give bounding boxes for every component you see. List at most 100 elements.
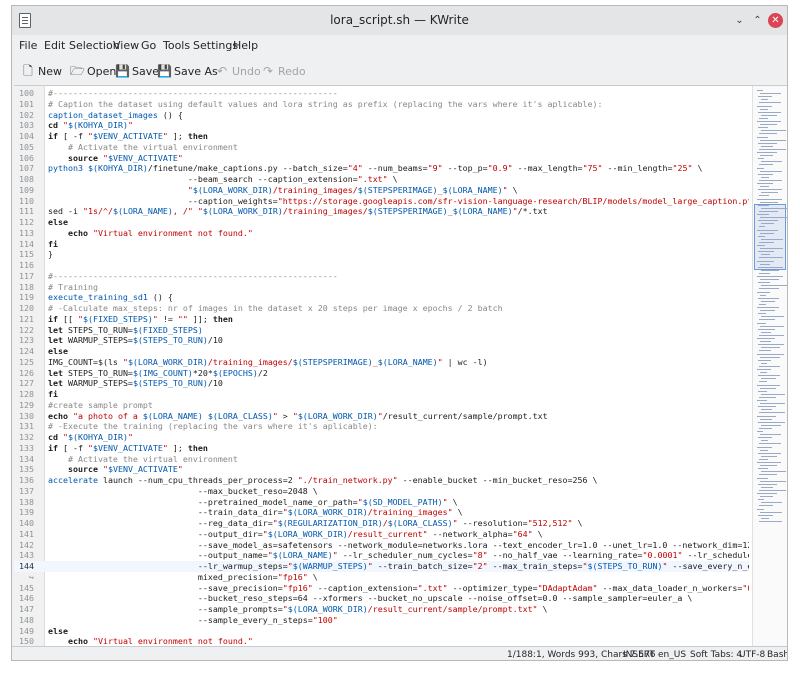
maximize-button[interactable]: ⌃ bbox=[750, 13, 765, 28]
line-text[interactable]: --save_model_as=safetensors --network_mo… bbox=[48, 540, 749, 551]
line-text[interactable]: --caption_weights="https://storage.googl… bbox=[48, 196, 749, 207]
line-text[interactable]: #---------------------------------------… bbox=[48, 271, 338, 282]
line-text[interactable]: --bucket_reso_steps=64 --xformers --buck… bbox=[48, 593, 693, 604]
code-line[interactable]: 102 caption_dataset_images () { bbox=[14, 110, 749, 121]
line-text[interactable]: #create sample prompt bbox=[48, 400, 153, 411]
code-line[interactable]: 139 --train_data_dir="$(LORA_WORK_DIR)/t… bbox=[14, 507, 749, 518]
line-text[interactable]: fi bbox=[48, 239, 58, 250]
line-text[interactable]: --output_name="$(LORA_NAME)" --lr_schedu… bbox=[48, 550, 749, 561]
code-line[interactable]: 101 # Caption the dataset using default v… bbox=[14, 99, 749, 110]
code-line[interactable]: 112 else bbox=[14, 217, 749, 228]
line-text[interactable]: let STEPS_TO_RUN=$(IMG_COUNT)*20*$(EPOCH… bbox=[48, 368, 268, 379]
code-line[interactable]: 104 if [ -f "$VENV_ACTIVATE" ]; then bbox=[14, 131, 749, 142]
code-line[interactable]: 106 source "$VENV_ACTIVATE" bbox=[14, 153, 749, 164]
close-button[interactable]: ✕ bbox=[768, 13, 783, 28]
code-line[interactable]: 105 # Activate the virtual environment bbox=[14, 142, 749, 153]
code-line[interactable]: 108 --beam_search --caption_extension=".… bbox=[14, 174, 749, 185]
code-line[interactable]: 123 let WARMUP_STEPS=$(STEPS_TO_RUN)/10 bbox=[14, 335, 749, 346]
code-line[interactable]: 135 source "$VENV_ACTIVATE" bbox=[14, 464, 749, 475]
code-line[interactable]: 110 --caption_weights="https://storage.g… bbox=[14, 196, 749, 207]
code-line[interactable]: 114 fi bbox=[14, 239, 749, 250]
line-text[interactable]: if [ -f "$VENV_ACTIVATE" ]; then bbox=[48, 131, 208, 142]
code-line[interactable]: 100 #------------------------------------… bbox=[14, 88, 749, 99]
code-line[interactable]: 107 python3 $(KOHYA_DIR)/finetune/make_ca… bbox=[14, 163, 749, 174]
undo-button[interactable]: ↶ Undo bbox=[215, 57, 261, 85]
open-button[interactable]: 🗁 Open bbox=[70, 57, 116, 85]
line-text[interactable]: let WARMUP_STEPS=$(STEPS_TO_RUN)/10 bbox=[48, 335, 223, 346]
code-lines[interactable]: 100 #------------------------------------… bbox=[14, 86, 749, 647]
minimap-scrollbar[interactable] bbox=[752, 86, 787, 647]
line-text[interactable]: echo "Virtual environment not found." bbox=[48, 228, 253, 239]
indentation-setting[interactable]: Soft Tabs: 4 bbox=[690, 647, 742, 660]
line-text[interactable]: caption_dataset_images () { bbox=[48, 110, 183, 121]
line-text[interactable]: cd "$(KOHYA_DIR)" bbox=[48, 120, 133, 131]
menu-view[interactable]: View bbox=[113, 35, 139, 57]
encoding[interactable]: UTF-8 bbox=[739, 647, 765, 660]
minimize-button[interactable]: ⌄ bbox=[732, 13, 747, 28]
code-line[interactable]: 118 # Training bbox=[14, 282, 749, 293]
code-line[interactable]: 134 # Activate the virtual environment bbox=[14, 454, 749, 465]
code-line[interactable]: 145 --save_precision="fp16" --caption_ex… bbox=[14, 583, 749, 594]
line-text[interactable]: --max_bucket_reso=2048 \ bbox=[48, 486, 318, 497]
line-text[interactable]: source "$VENV_ACTIVATE" bbox=[48, 464, 183, 475]
line-text[interactable]: else bbox=[48, 346, 68, 357]
line-text[interactable]: --save_precision="fp16" --caption_extens… bbox=[48, 583, 749, 594]
syntax-mode[interactable]: Bash bbox=[767, 647, 787, 660]
line-text[interactable]: fi bbox=[48, 389, 58, 400]
line-text[interactable]: "$(LORA_WORK_DIR)/training_images/$(STEP… bbox=[48, 185, 518, 196]
line-text[interactable]: --sample_prompts="$(LORA_WORK_DIR)/resul… bbox=[48, 604, 548, 615]
line-text[interactable]: # Training bbox=[48, 282, 98, 293]
menu-help[interactable]: Help bbox=[233, 35, 258, 57]
line-text[interactable]: --output_dir="$(LORA_WORK_DIR)/result_cu… bbox=[48, 529, 543, 540]
line-text[interactable]: if [[ "$(FIXED_STEPS)" != "" ]]; then bbox=[48, 314, 233, 325]
line-text[interactable]: --beam_search --caption_extension=".txt"… bbox=[48, 174, 398, 185]
redo-button[interactable]: ↷ Redo bbox=[261, 57, 306, 85]
code-line[interactable]: 103 cd "$(KOHYA_DIR)" bbox=[14, 120, 749, 131]
code-line[interactable]: 120 # -Calculate max_steps: nr of images … bbox=[14, 303, 749, 314]
code-line[interactable]: 141 --output_dir="$(LORA_WORK_DIR)/resul… bbox=[14, 529, 749, 540]
code-line[interactable]: 115} bbox=[14, 249, 749, 260]
line-text[interactable]: # -Calculate max_steps: nr of images in … bbox=[48, 303, 503, 314]
line-text[interactable]: let STEPS_TO_RUN=$(FIXED_STEPS) bbox=[48, 325, 203, 336]
code-line[interactable]: 125 IMG_COUNT=$(ls "$(LORA_WORK_DIR)/trai… bbox=[14, 357, 749, 368]
code-line[interactable]: 124 else bbox=[14, 346, 749, 357]
menu-go[interactable]: Go bbox=[141, 35, 156, 57]
line-text[interactable]: else bbox=[48, 217, 68, 228]
line-text[interactable]: --lr_warmup_steps="$(WARMUP_STEPS)" --tr… bbox=[48, 561, 749, 572]
line-text[interactable]: --sample_every_n_steps="100" bbox=[48, 615, 338, 626]
code-line[interactable]: 109 "$(LORA_WORK_DIR)/training_images/$(… bbox=[14, 185, 749, 196]
line-text[interactable]: --train_data_dir="$(LORA_WORK_DIR)/train… bbox=[48, 507, 463, 518]
line-text[interactable]: # -Execute the training (replacing the v… bbox=[48, 421, 378, 432]
line-text[interactable]: #---------------------------------------… bbox=[48, 88, 338, 99]
menu-settings[interactable]: Settings bbox=[193, 35, 238, 57]
editor-area[interactable]: 100 #------------------------------------… bbox=[14, 85, 787, 647]
line-text[interactable]: # Activate the virtual environment bbox=[48, 142, 238, 153]
code-line[interactable]: 147 --sample_prompts="$(LORA_WORK_DIR)/r… bbox=[14, 604, 749, 615]
line-text[interactable]: sed -i "1s/^/$(LORA_NAME), /" "$(LORA_WO… bbox=[48, 206, 548, 217]
code-line[interactable]: 131 # -Execute the training (replacing th… bbox=[14, 421, 749, 432]
save-as-button[interactable]: 💾 Save As bbox=[157, 57, 218, 85]
code-line[interactable]: 129 #create sample prompt bbox=[14, 400, 749, 411]
line-text[interactable]: # Activate the virtual environment bbox=[48, 454, 238, 465]
code-line[interactable]: 133 if [ -f "$VENV_ACTIVATE" ]; then bbox=[14, 443, 749, 454]
line-text[interactable]: mixed_precision="fp16" \ bbox=[48, 572, 318, 583]
code-line[interactable]: 146 --bucket_reso_steps=64 --xformers --… bbox=[14, 593, 749, 604]
code-line[interactable]: 116 bbox=[14, 260, 749, 271]
line-text[interactable]: # Caption the dataset using default valu… bbox=[48, 99, 602, 110]
code-line[interactable]: 113 echo "Virtual environment not found.… bbox=[14, 228, 749, 239]
code-line[interactable]: 117 #------------------------------------… bbox=[14, 271, 749, 282]
line-text[interactable]: --pretrained_model_name_or_path="$(SD_MO… bbox=[48, 497, 458, 508]
code-line[interactable]: 149 else bbox=[14, 626, 749, 637]
line-text[interactable]: --reg_data_dir="$(REGULARIZATION_DIR)/$(… bbox=[48, 518, 583, 529]
code-line[interactable]: ↪ mixed_precision="fp16" \ bbox=[14, 572, 749, 583]
code-line[interactable]: 126 let STEPS_TO_RUN=$(IMG_COUNT)*20*$(EP… bbox=[14, 368, 749, 379]
code-line[interactable]: 148 --sample_every_n_steps="100" bbox=[14, 615, 749, 626]
line-text[interactable]: cd "$(KOHYA_DIR)" bbox=[48, 432, 133, 443]
line-text[interactable]: execute_training_sd1 () { bbox=[48, 292, 173, 303]
title-bar[interactable]: lora_script.sh — KWrite ⌄ ⌃ ✕ bbox=[12, 6, 787, 35]
line-text[interactable]: let WARMUP_STEPS=$(STEPS_TO_RUN)/10 bbox=[48, 378, 223, 389]
line-text[interactable]: } bbox=[48, 249, 53, 260]
code-line[interactable]: 136 accelerate launch --num_cpu_threads_p… bbox=[14, 475, 749, 486]
line-text[interactable]: echo "a photo of a $(LORA_NAME) $(LORA_C… bbox=[48, 411, 548, 422]
code-line[interactable]: 144 --lr_warmup_steps="$(WARMUP_STEPS)" … bbox=[14, 561, 749, 572]
